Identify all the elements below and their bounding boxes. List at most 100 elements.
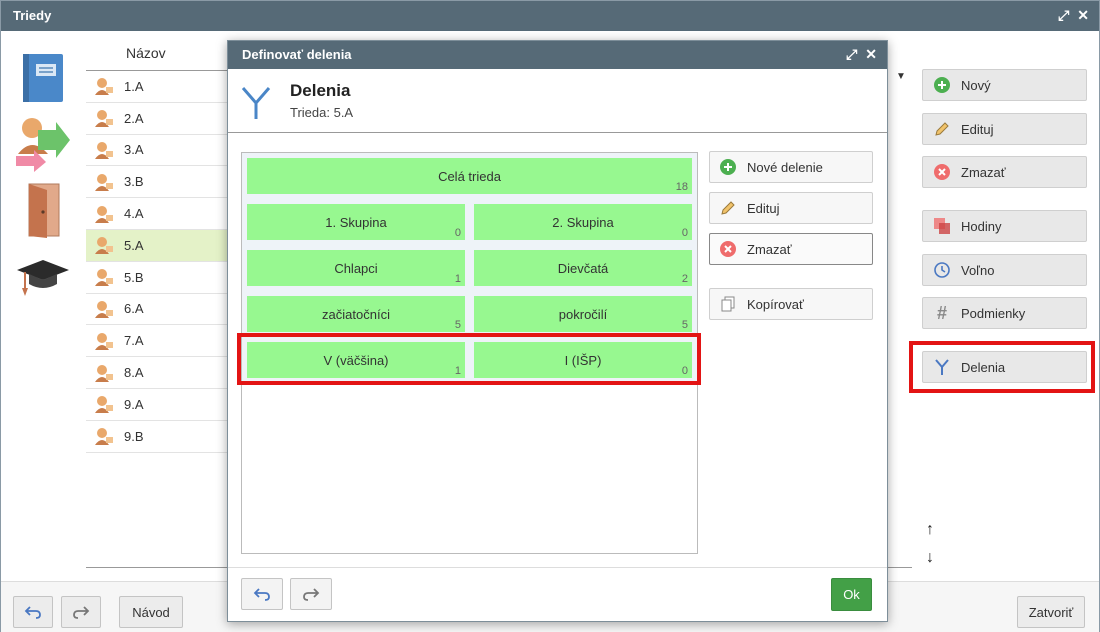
class-row[interactable]: 5.A (86, 229, 236, 262)
student-icon (94, 141, 114, 159)
group-cell[interactable]: 2. Skupina 0 (474, 204, 692, 240)
undo-icon (24, 606, 41, 619)
highlight-group-row (237, 333, 701, 385)
hours-button[interactable]: Hodiny (922, 210, 1087, 242)
group-cell[interactable]: Dievčatá 2 (474, 250, 692, 286)
class-name: 6.A (124, 301, 144, 317)
class-row[interactable]: 9.A (86, 389, 236, 421)
student-icon (94, 427, 114, 446)
dialog-close-icon[interactable]: ✕ (865, 46, 877, 62)
group-label: Celá trieda (438, 168, 501, 184)
class-row[interactable]: 3.B (86, 166, 236, 199)
copy-label: Kopírovať (747, 296, 804, 312)
hours-icon (933, 217, 951, 235)
dialog-edit-label: Edituj (747, 200, 780, 216)
group-count: 2 (681, 273, 688, 285)
plus-circle-icon (933, 76, 951, 94)
arrow-down-icon[interactable]: ↓ (926, 549, 934, 577)
class-row[interactable]: 5.B (86, 262, 236, 294)
student-icon (94, 236, 114, 255)
main-titlebar: Triedy ⤢ ✕ (1, 1, 1099, 31)
graduation-cap-icon[interactable] (13, 243, 73, 309)
undo-button[interactable] (13, 596, 53, 628)
class-name: 1.A (124, 78, 144, 94)
copy-icon (719, 295, 737, 313)
close-button[interactable]: Zatvoriť (1017, 596, 1085, 628)
group-count: 5 (681, 319, 688, 331)
pencil-icon (719, 199, 737, 217)
new-button-label: Nový (961, 77, 991, 93)
class-row[interactable]: 9.B (86, 421, 236, 453)
conditions-button[interactable]: # Podmienky (922, 297, 1087, 329)
new-button[interactable]: Nový (922, 69, 1087, 101)
plus-circle-icon (719, 158, 737, 176)
dialog-maximize-icon[interactable]: ⤢ (846, 46, 857, 62)
door-icon[interactable] (13, 177, 73, 243)
group-count: 0 (454, 227, 461, 239)
group-count: 0 (681, 227, 688, 239)
class-row[interactable]: 3.A (86, 135, 236, 167)
class-name: 9.B (124, 428, 144, 444)
highlight-divisions-button (909, 341, 1095, 393)
redo-button[interactable] (61, 596, 101, 628)
dialog-header: Delenia Trieda: 5.A (228, 69, 887, 133)
group-row-3: začiatočníci 5 pokročilí 5 (242, 291, 697, 337)
class-row[interactable]: 4.A (86, 198, 236, 230)
class-row[interactable]: 1.A (86, 71, 236, 103)
caret-down-icon[interactable]: ▼ (896, 71, 906, 82)
class-name: 4.A (124, 206, 144, 222)
dialog-redo-button[interactable] (290, 578, 332, 610)
close-icon[interactable]: ✕ (1077, 7, 1089, 23)
student-icon (94, 268, 114, 287)
class-list: Názov 1.A 2.A 3.A 3.B 4.A 5.A 5.B 6.A 7.A 8.A 9.A 9… (86, 37, 236, 453)
arrow-up-icon[interactable]: ↑ (926, 521, 934, 549)
reorder-arrows: ↑ ↓ (926, 521, 934, 577)
group-cell[interactable]: 1. Skupina 0 (247, 204, 465, 240)
dialog-edit-button[interactable]: Edituj (709, 192, 873, 224)
class-row[interactable]: 6.A (86, 294, 236, 326)
new-division-button[interactable]: Nové delenie (709, 151, 873, 183)
class-name: 8.A (124, 365, 144, 381)
dialog-undo-button[interactable] (241, 578, 283, 610)
group-cell[interactable]: pokročilí 5 (474, 296, 692, 332)
class-row[interactable]: 7.A (86, 325, 236, 358)
group-label: 1. Skupina (325, 214, 387, 230)
class-row[interactable]: 2.A (86, 103, 236, 135)
class-name: 5.B (124, 269, 144, 285)
delete-button[interactable]: Zmazať (922, 156, 1087, 188)
group-label: Chlapci (334, 260, 378, 276)
group-cell[interactable]: Chlapci 1 (247, 250, 465, 286)
hours-button-label: Hodiny (961, 218, 1002, 234)
class-name: 3.A (124, 142, 144, 158)
edit-button[interactable]: Edituj (922, 113, 1087, 145)
group-label: začiatočníci (322, 306, 390, 322)
dialog-delete-label: Zmazať (747, 241, 792, 257)
dialog-delete-button[interactable]: Zmazať (709, 233, 873, 265)
dialog-titlebar: Definovať delenia ⤢ ✕ (228, 41, 887, 69)
group-row-whole: Celá trieda 18 (242, 153, 697, 199)
group-label: pokročilí (558, 306, 608, 322)
group-whole-class[interactable]: Celá trieda 18 (247, 158, 692, 194)
redo-icon (73, 606, 90, 619)
group-label: Dievčatá (557, 260, 609, 276)
class-row[interactable]: 8.A (86, 357, 236, 389)
class-name: 9.A (124, 396, 144, 412)
student-icon (94, 205, 114, 223)
copy-button[interactable]: Kopírovať (709, 288, 873, 320)
class-name: 3.B (124, 174, 144, 190)
group-count: 1 (454, 273, 461, 285)
column-header-name[interactable]: Názov (86, 37, 236, 71)
redo-icon (303, 588, 320, 601)
guide-button[interactable]: Návod (119, 596, 183, 628)
window-title: Triedy (13, 8, 52, 23)
notebook-icon[interactable] (13, 45, 73, 111)
ok-button[interactable]: Ok (831, 578, 872, 611)
group-row-1: 1. Skupina 0 2. Skupina 0 (242, 199, 697, 245)
free-time-button[interactable]: Voľno (922, 254, 1087, 286)
hash-icon: # (936, 302, 947, 323)
dialog-heading: Delenia (290, 81, 351, 100)
group-cell[interactable]: začiatočníci 5 (247, 296, 465, 332)
free-time-button-label: Voľno (961, 262, 995, 278)
student-transfer-icon[interactable] (13, 111, 73, 177)
maximize-icon[interactable]: ⤢ (1058, 7, 1069, 23)
